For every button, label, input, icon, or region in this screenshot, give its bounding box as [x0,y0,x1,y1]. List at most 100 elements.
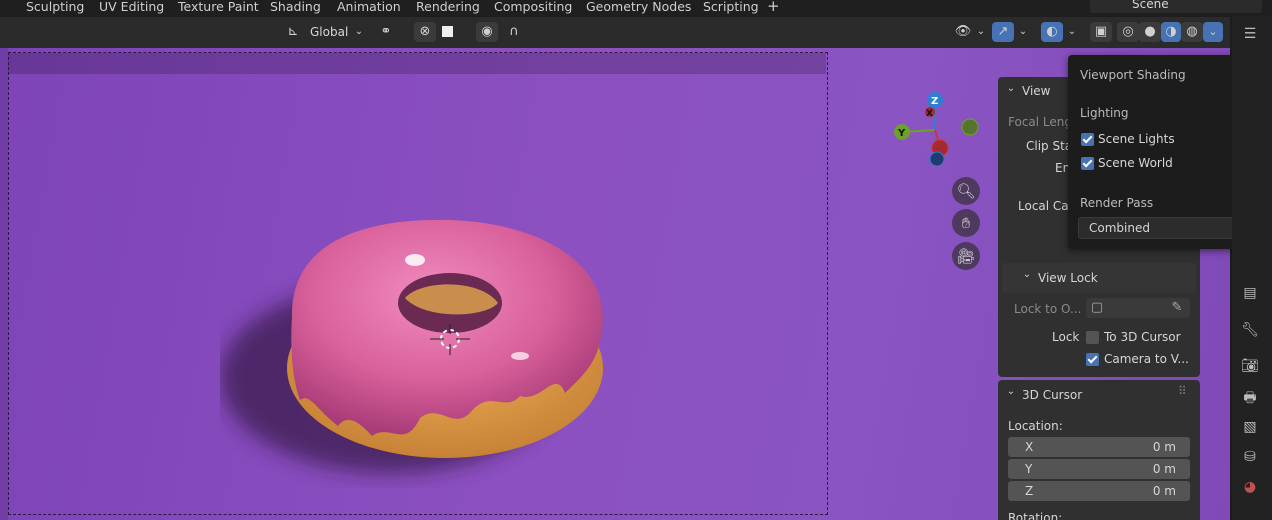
view-lock-title: View Lock [1038,271,1098,285]
scene-selector[interactable]: Scene [1090,0,1262,13]
viewport-3d[interactable]: Z Y X 🔍︎ ✋︎ 🎥︎ ⌄ View Focal Lengt Clip S… [0,48,1230,520]
chevron-down-icon[interactable]: ⌄ [1017,22,1029,42]
scene-name: Scene [1132,0,1169,11]
solid-shading-button[interactable]: ● [1139,22,1161,42]
world-icon[interactable]: ◕ [1240,477,1260,497]
scene-lights-checkbox[interactable] [1081,133,1094,146]
scene-lights-label: Scene Lights [1098,132,1175,146]
gizmo-toggle[interactable]: ↗ [992,22,1014,42]
xray-toggle[interactable]: ▣ [1090,22,1112,42]
output-icon[interactable]: 🖶 [1240,388,1260,408]
view-panel-title[interactable]: View [1022,84,1050,98]
cursor-panel-title[interactable]: 3D Cursor [1022,388,1082,402]
viewport-header: ⊾ Global ⌄ ⚭ ⊗ ◉ ∩ 👁 ⌄ ↗ ⌄ ◐ ⌄ ▣ ◎ ● ◑ ◍… [0,17,1230,48]
cursor-y-label: Y [1025,462,1033,476]
view-lock-header[interactable]: ⌄ View Lock [1002,263,1196,293]
cursor-z-label: Z [1025,484,1034,498]
clip-start-label: Clip Sta [1026,139,1073,153]
camera-view-button[interactable]: 🎥︎ [952,242,980,270]
cursor-x-value: 0 m [1152,440,1176,454]
tab-animation[interactable]: Animation [337,0,401,14]
gizmo-x-label: X [926,109,933,119]
chevron-down-icon[interactable]: ⌄ [1066,22,1078,42]
tab-uv-editing[interactable]: UV Editing [99,0,164,14]
proportional-edit-toggle[interactable]: ◉ [476,22,498,42]
tab-shading[interactable]: Shading [270,0,321,14]
material-preview-icon: ◑ [1165,24,1177,39]
tab-texture-paint[interactable]: Texture Paint [178,0,259,14]
render-pass-value: Combined [1089,221,1150,235]
snap-target[interactable] [438,22,460,42]
add-workspace-button[interactable]: + [767,0,780,15]
overlay-icon: ◐ [1046,24,1058,39]
cursor-x-field[interactable]: X 0 m [1008,437,1190,457]
gizmo-icon: ↗ [997,24,1009,39]
lock-to-object-field[interactable]: ▢ ✎ [1086,298,1190,318]
tab-scripting[interactable]: Scripting [703,0,759,14]
render-pass-label: Render Pass [1080,196,1154,210]
pivot-icon: ⚭ [380,24,392,39]
popover-title: Viewport Shading [1080,68,1186,82]
material-preview-button[interactable]: ◑ [1161,22,1181,42]
workspace-tabs-bar: Sculpting UV Editing Texture Paint Shadi… [0,0,1272,16]
navigation-gizmo[interactable]: Z Y X [885,88,985,170]
to-3d-cursor-checkbox[interactable] [1086,331,1099,344]
lighting-label: Lighting [1080,106,1129,120]
chevron-down-icon[interactable]: ⌄ [1004,79,1018,99]
xray-icon: ▣ [1094,24,1108,39]
cursor-y-field[interactable]: Y 0 m [1008,459,1190,479]
lock-label: Lock [1052,330,1080,344]
donut-render [220,219,603,473]
rendered-shading-icon: ◍ [1186,24,1198,39]
properties-editor-strip: ☰ ▤ 🔧︎ 📷︎ 🖶 ▧ ⛁ ◕ [1232,16,1272,520]
tab-compositing[interactable]: Compositing [494,0,572,14]
pan-button[interactable]: ✋︎ [952,209,980,237]
overlay-toggle[interactable]: ◐ [1041,22,1063,42]
camera-to-view-checkbox[interactable] [1086,353,1099,366]
hand-icon: ✋︎ [961,214,971,232]
chevron-down-icon[interactable]: ⌄ [975,22,987,42]
focal-length-label: Focal Lengt [1008,115,1077,129]
view-layer-icon[interactable]: ▧ [1240,417,1260,437]
scene-world-checkbox[interactable] [1081,157,1094,170]
gizmo-neg-z-axis[interactable] [929,151,945,167]
chevron-down-icon[interactable]: ⌄ [352,22,366,42]
cursor-z-value: 0 m [1152,484,1176,498]
scene-world-label: Scene World [1098,156,1173,170]
snap-icon: ⊗ [419,24,431,39]
outliner-editor-icon[interactable]: ☰ [1240,24,1260,44]
chevron-down-icon[interactable]: ⌄ [1004,382,1018,402]
visibility-icon[interactable]: 👁 [952,22,974,42]
wireframe-shading-button[interactable]: ◎ [1117,22,1139,42]
snap-target-icon [442,26,453,37]
tool-icon[interactable]: 🔧︎ [1240,320,1260,340]
gizmo-z-label: Z [931,96,938,107]
cursor-panel: ⌄ 3D Cursor ⠿ Location: X 0 m Y 0 m Z 0 … [998,380,1200,520]
properties-editor-icon[interactable]: ▤ [1240,283,1260,303]
chevron-down-icon: ⌄ [1208,25,1218,38]
chevron-down-icon: ⌄ [1022,269,1032,280]
snap-toggle[interactable]: ⊗ [414,22,436,42]
render-icon[interactable]: 📷︎ [1240,356,1260,376]
specular-highlight [405,254,425,266]
eyedropper-icon[interactable]: ✎ [1168,298,1186,318]
shading-dropdown-button[interactable]: ⌄ [1203,22,1223,42]
to-3d-cursor-label: To 3D Cursor [1104,330,1181,344]
transform-orientation-label[interactable]: Global [310,25,348,39]
rotation-label: Rotation: [1008,511,1063,520]
object-icon: ▢ [1090,300,1104,315]
zoom-button[interactable]: 🔍︎ [952,177,980,205]
rendered-shading-button[interactable]: ◍ [1181,22,1203,42]
location-label: Location: [1008,419,1063,433]
tab-sculpting[interactable]: Sculpting [26,0,84,14]
tab-rendering[interactable]: Rendering [416,0,480,14]
pivot-point-dropdown[interactable]: ⚭ [376,22,410,42]
3d-cursor[interactable] [430,322,470,356]
tab-geometry-nodes[interactable]: Geometry Nodes [586,0,691,14]
falloff-icon[interactable]: ∩ [502,22,526,42]
scene-properties-icon[interactable]: ⛁ [1240,447,1260,467]
gizmo-neg-y-axis[interactable] [961,118,979,136]
lock-to-object-label: Lock to O... [1014,302,1082,316]
cursor-z-field[interactable]: Z 0 m [1008,481,1190,501]
drag-handle-icon[interactable]: ⠿ [1178,384,1187,398]
